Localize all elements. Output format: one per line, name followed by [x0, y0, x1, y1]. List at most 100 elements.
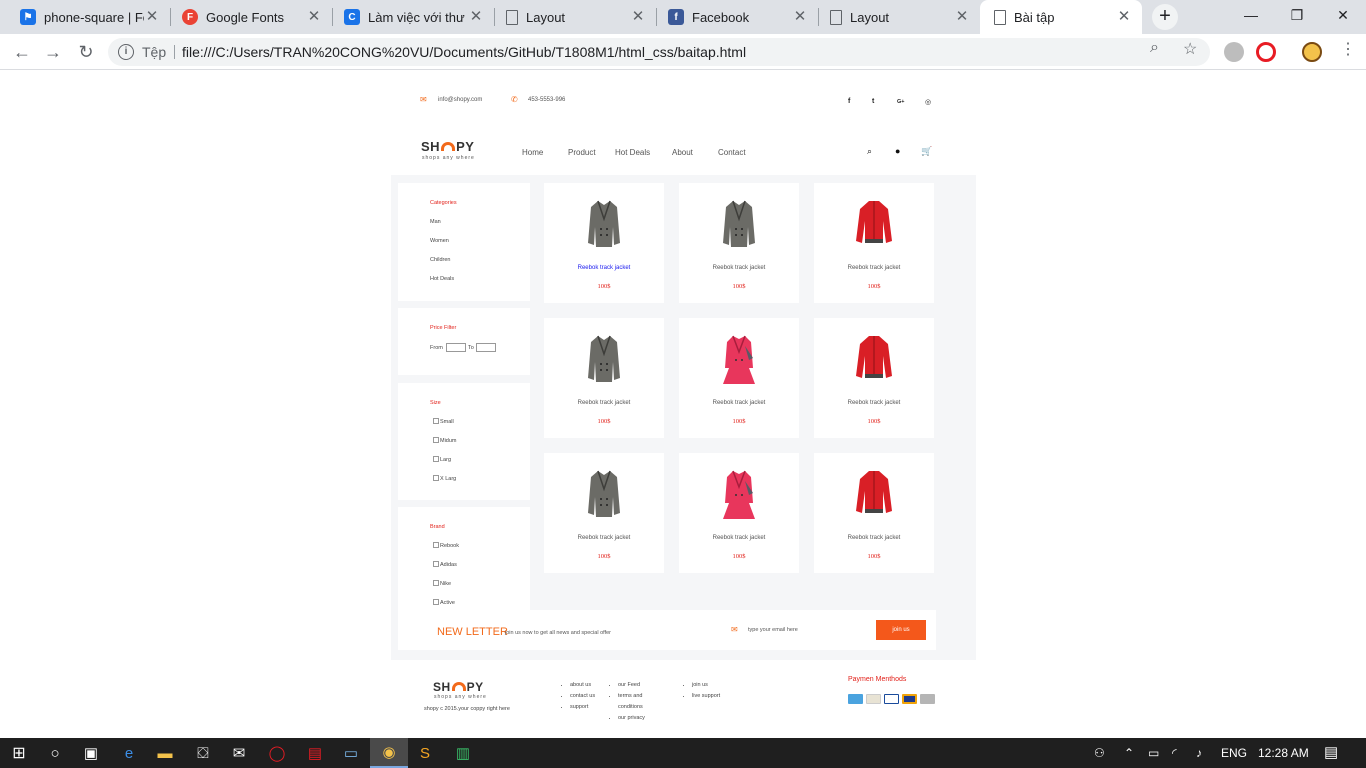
url-text[interactable]: file:///C:/Users/TRAN%20CONG%20VU/Docume… [182, 44, 746, 60]
product-name[interactable]: Reebok track jacket [814, 265, 934, 271]
chevron-up-icon[interactable]: ⌃ [1124, 738, 1134, 768]
footer-link-privacy[interactable]: our privacy [618, 713, 662, 724]
file-explorer-icon[interactable]: ▬ [146, 738, 184, 768]
brand-adidas-checkbox[interactable] [433, 561, 439, 567]
product-card[interactable]: Reebok track jacket 100$ [814, 453, 934, 573]
clock[interactable]: 12:28 AM [1258, 738, 1309, 768]
footer-link-live-support[interactable]: live support [692, 691, 722, 702]
nav-contact[interactable]: Contact [718, 148, 746, 157]
category-children[interactable]: Children [430, 257, 450, 263]
size-xlarg-checkbox[interactable] [433, 475, 439, 481]
product-card[interactable]: Reebok track jacket 100$ [814, 318, 934, 438]
security-label[interactable]: Tệp [142, 44, 166, 60]
close-icon[interactable]: ✕ [468, 9, 484, 25]
product-name[interactable]: Reebok track jacket [814, 535, 934, 541]
product-card[interactable]: Reebok track jacket 100$ [814, 183, 934, 303]
brand-rebook-checkbox[interactable] [433, 542, 439, 548]
profile-avatar-icon[interactable] [1302, 42, 1322, 62]
notifications-icon[interactable]: ▤ [1324, 738, 1338, 768]
tab-1[interactable]: ⚑ phone-square | Fo ✕ [0, 0, 170, 34]
join-us-button[interactable]: join us [876, 620, 926, 640]
tab-3[interactable]: C Làm việc với thư v ✕ [324, 0, 494, 34]
footer-link-about[interactable]: about us [570, 680, 600, 691]
sublime-icon[interactable]: S [406, 738, 444, 768]
product-card[interactable]: Reebok track jacket 100$ [679, 183, 799, 303]
footer-link-terms[interactable]: terms and conditions [618, 691, 662, 713]
size-larg-checkbox[interactable] [433, 456, 439, 462]
tab-6[interactable]: Layout ✕ [810, 0, 980, 34]
logo[interactable]: SH PY [421, 139, 474, 154]
store-icon[interactable]: ⛋ [184, 738, 222, 768]
opera-icon[interactable] [1256, 42, 1276, 62]
tab-5[interactable]: f Facebook ✕ [648, 0, 818, 34]
footer-link-feed[interactable]: our Feed [618, 680, 662, 691]
address-bar[interactable]: i Tệp file:///C:/Users/TRAN%20CONG%20VU/… [108, 38, 1210, 66]
volume-icon[interactable]: ♪ [1196, 738, 1202, 768]
close-icon[interactable]: ✕ [306, 9, 322, 25]
product-card[interactable]: Reebok track jacket 100$ [679, 318, 799, 438]
close-icon[interactable]: ✕ [792, 9, 808, 25]
nav-about[interactable]: About [672, 148, 693, 157]
user-icon[interactable]: ● [895, 146, 900, 156]
topbar-email[interactable]: info@shopy.com [438, 97, 482, 103]
nav-product[interactable]: Product [568, 148, 596, 157]
close-icon[interactable]: ✕ [630, 9, 646, 25]
category-women[interactable]: Women [430, 238, 449, 244]
footer-logo[interactable]: SH PY [433, 680, 484, 694]
info-icon[interactable]: i [118, 44, 134, 60]
window-close-icon[interactable]: ✕ [1320, 0, 1366, 30]
task-view-icon[interactable]: ▣ [72, 738, 110, 768]
app-red-icon[interactable]: ▤ [296, 738, 334, 768]
size-small-checkbox[interactable] [433, 418, 439, 424]
restore-icon[interactable]: ❐ [1274, 0, 1320, 30]
brand-nike-checkbox[interactable] [433, 580, 439, 586]
category-hot-deals[interactable]: Hot Deals [430, 276, 454, 282]
tab-2[interactable]: F Google Fonts ✕ [162, 0, 332, 34]
close-icon[interactable]: ✕ [954, 9, 970, 25]
price-to-input[interactable] [476, 343, 496, 352]
product-card[interactable]: Reebok track jacket 100$ [544, 318, 664, 438]
mail-app-icon[interactable]: ✉ [220, 738, 258, 768]
tab-7-active[interactable]: Bài tập ✕ [980, 0, 1142, 34]
product-name[interactable]: Reebok track jacket [679, 535, 799, 541]
battery-icon[interactable]: ▭ [1148, 738, 1159, 768]
category-man[interactable]: Man [430, 219, 441, 225]
nav-home[interactable]: Home [522, 148, 543, 157]
product-name[interactable]: Reebok track jacket [544, 400, 664, 406]
wifi-icon[interactable]: ◜ [1172, 738, 1177, 768]
chrome-icon[interactable]: ◉ [370, 738, 408, 768]
zoom-icon[interactable]: ⌕ [1150, 39, 1159, 57]
menu-kebab-icon[interactable]: ⋮ [1340, 39, 1356, 59]
product-card[interactable]: Reebok track jacket 100$ [544, 183, 664, 303]
extension-icon[interactable] [1224, 42, 1244, 62]
newsletter-email-input[interactable]: type your email here [748, 627, 798, 633]
price-from-input[interactable] [446, 343, 466, 352]
remote-desktop-icon[interactable]: ▭ [332, 738, 370, 768]
nav-hot-deals[interactable]: Hot Deals [615, 148, 650, 157]
product-name[interactable]: Reebok track jacket [679, 400, 799, 406]
product-name[interactable]: Reebok track jacket [679, 265, 799, 271]
bookmark-star-icon[interactable]: ☆ [1183, 39, 1197, 59]
cart-icon[interactable]: 🛒 [921, 146, 932, 157]
new-tab-button[interactable]: + [1152, 4, 1178, 30]
people-icon[interactable]: ⚇ [1094, 738, 1105, 768]
cortana-icon[interactable]: ○ [36, 738, 74, 768]
instagram-icon[interactable]: ◎ [925, 98, 931, 106]
tab-4[interactable]: Layout ✕ [486, 0, 656, 34]
product-name[interactable]: Reebok track jacket [544, 265, 664, 271]
google-plus-icon[interactable]: G+ [897, 99, 905, 105]
product-name[interactable]: Reebok track jacket [544, 535, 664, 541]
footer-link-join[interactable]: join us [692, 680, 722, 691]
facebook-icon[interactable]: f [848, 98, 850, 105]
product-card[interactable]: Reebok track jacket 100$ [679, 453, 799, 573]
minimize-icon[interactable]: — [1228, 0, 1274, 30]
footer-link-support[interactable]: support [570, 702, 600, 713]
size-midum-checkbox[interactable] [433, 437, 439, 443]
brand-active-checkbox[interactable] [433, 599, 439, 605]
product-name[interactable]: Reebok track jacket [814, 400, 934, 406]
product-card[interactable]: Reebok track jacket 100$ [544, 453, 664, 573]
close-icon[interactable]: ✕ [144, 9, 160, 25]
forward-icon[interactable]: → [40, 39, 66, 65]
edge-icon[interactable]: e [110, 738, 148, 768]
app-green-icon[interactable]: ▥ [444, 738, 482, 768]
